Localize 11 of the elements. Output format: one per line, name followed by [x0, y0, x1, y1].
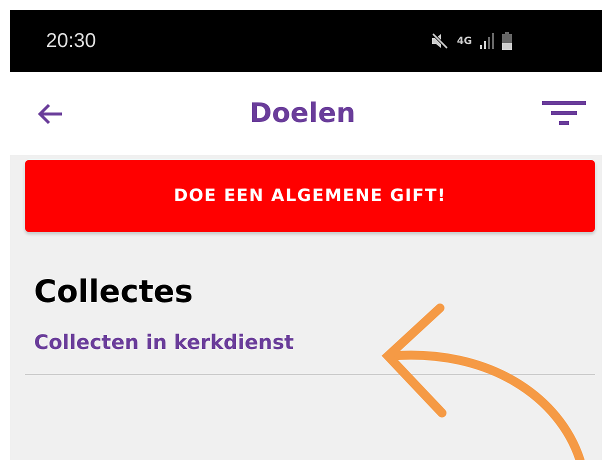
back-arrow-icon[interactable] [37, 102, 63, 124]
screen-title: Doelen [249, 98, 356, 129]
battery-icon [502, 32, 512, 50]
status-time: 20:30 [46, 30, 96, 52]
muted-speaker-icon [430, 33, 449, 49]
collection-link[interactable]: Collecten in kerkdienst [34, 330, 294, 354]
filter-icon[interactable] [542, 100, 586, 126]
general-gift-button[interactable]: DOE EEN ALGEMENE GIFT! [25, 160, 595, 232]
signal-icon [480, 33, 494, 49]
network-type-label: 4G [456, 36, 472, 46]
section-heading: Collectes [34, 273, 194, 312]
